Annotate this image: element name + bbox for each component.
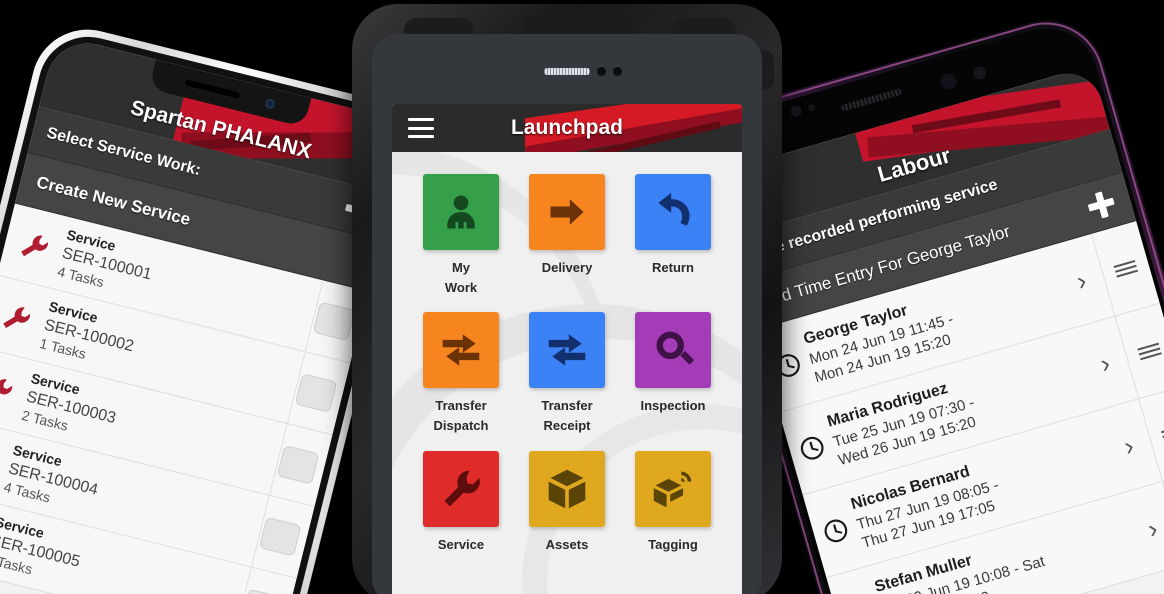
wrench-icon <box>2 224 66 267</box>
transfer-arrows-icon <box>529 312 605 389</box>
secondary-camera-icon <box>971 64 988 82</box>
launchpad-tile-transfer-dispatch[interactable]: Transfer Dispatch <box>408 312 514 436</box>
clock-icon <box>787 429 836 466</box>
service-item-action-button[interactable] <box>294 372 338 413</box>
launchpad-tile-tagging[interactable]: Tagging <box>620 450 726 555</box>
launchpad-tile-return[interactable]: Return <box>620 174 726 298</box>
launchpad-tile-label: Delivery <box>541 260 593 275</box>
earpiece-speaker-icon <box>840 87 903 112</box>
launchpad-tile-inspection[interactable]: Inspection <box>620 312 726 436</box>
left-phone-screen: Spartan PHALANX Select Service Work: Cre… <box>0 34 411 594</box>
launchpad-grid: My Work Delivery Return Transfer Dispatch Tran… <box>392 152 742 555</box>
earpiece-speaker-icon <box>184 79 241 99</box>
launchpad-tile-label: Service <box>437 536 485 552</box>
box-cube-icon <box>529 450 605 527</box>
center-phone-screen: Launchpad My Work Delivery Return Transfer Di… <box>392 104 742 594</box>
transfer-arrows-icon <box>423 312 499 389</box>
center-phone-device: Launchpad My Work Delivery Return Transfer Di… <box>352 4 782 594</box>
arrow-right-icon <box>529 174 605 250</box>
front-camera-icon <box>938 71 959 92</box>
center-app-title: Launchpad <box>510 116 623 139</box>
service-item-action-button[interactable] <box>259 516 302 557</box>
launchpad-tile-label: Assets <box>545 536 589 552</box>
light-sensor-icon <box>789 104 803 118</box>
launchpad-tile-my-work[interactable]: My Work <box>408 174 514 298</box>
launchpad-tile-assets[interactable]: Assets <box>514 450 620 555</box>
screenshot-stage: Spartan PHALANX Select Service Work: Cre… <box>0 0 1164 594</box>
magnifier-icon <box>635 312 711 389</box>
person-icon <box>423 174 499 250</box>
service-item-action-button[interactable] <box>276 444 320 485</box>
launchpad-tile-label: Transfer Receipt <box>541 398 593 434</box>
proximity-sensor-icon <box>613 67 622 76</box>
front-sensor-cluster <box>352 64 782 84</box>
hamburger-menu-icon[interactable] <box>408 118 434 138</box>
launchpad-tile-label: Return <box>652 260 694 275</box>
launchpad-tile-transfer-receipt[interactable]: Transfer Receipt <box>514 312 620 436</box>
launchpad-tile-service[interactable]: Service <box>408 450 514 555</box>
service-item-action-button[interactable] <box>312 300 356 341</box>
clock-icon <box>811 512 860 549</box>
launchpad-tile-delivery[interactable]: Delivery <box>514 174 620 298</box>
wrench-icon <box>0 296 48 339</box>
center-app-header: Launchpad <box>392 104 742 152</box>
launchpad-tile-label: Tagging <box>648 536 698 552</box>
led-indicator-icon <box>807 103 817 112</box>
launchpad-tile-label: Transfer Dispatch <box>433 398 489 434</box>
front-camera-icon <box>597 67 606 76</box>
undo-arrow-icon <box>635 174 711 250</box>
launchpad-tile-label: My Work <box>444 260 478 296</box>
wrench-icon <box>423 450 499 527</box>
front-camera-icon <box>264 98 276 110</box>
launchpad-tile-label: Inspection <box>640 398 706 414</box>
box-signal-icon <box>635 450 711 527</box>
earpiece-speaker-icon <box>544 68 590 75</box>
